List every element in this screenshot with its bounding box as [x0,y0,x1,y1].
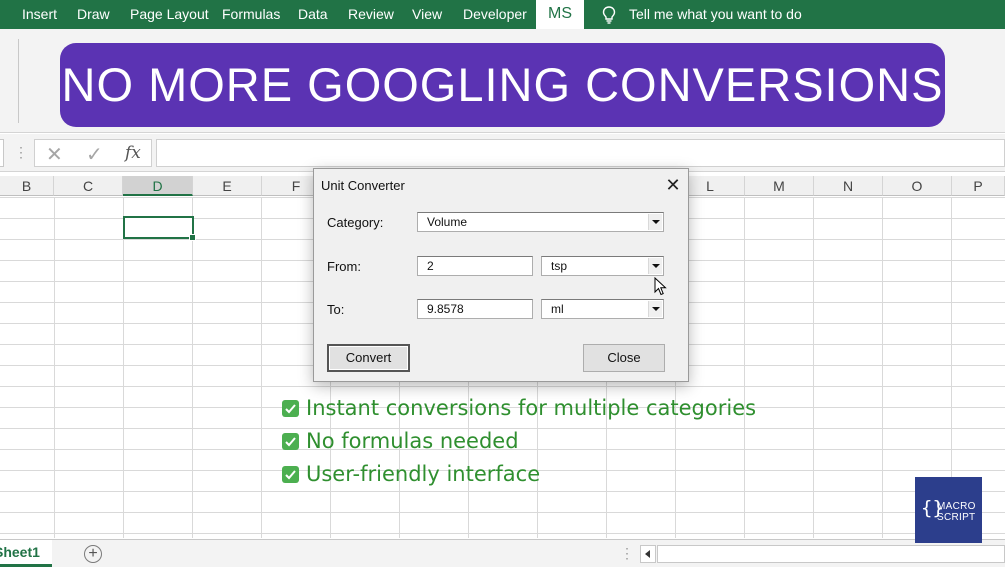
tab-developer[interactable]: Developer [463,0,527,29]
formula-input[interactable] [156,139,1005,167]
enter-icon[interactable]: ✓ [86,142,103,167]
column-header-e[interactable]: E [193,176,262,196]
to-unit-select[interactable]: ml [541,299,664,319]
add-sheet-icon[interactable]: + [84,545,102,563]
sheet-tab-sheet1[interactable]: Sheet1 [0,540,52,567]
column-header-d[interactable]: D [123,176,193,196]
checkmark-icon [282,466,299,483]
formula-buttons: ✕ ✓ fx [34,139,152,167]
to-label: To: [327,302,345,317]
column-header-b[interactable]: B [0,176,54,196]
tell-me-text: Tell me what you want to do [629,6,802,22]
category-value: Volume [427,215,468,229]
feature-text: Instant conversions for multiple categor… [306,396,757,420]
close-icon[interactable]: ✕ [662,174,684,196]
name-box[interactable] [0,139,4,167]
close-button[interactable]: Close [583,344,665,372]
insert-function-icon[interactable]: fx [125,143,141,163]
checkmark-icon [282,433,299,450]
unit-converter-dialog: Unit Converter ✕ Category: Volume From: … [313,168,689,382]
macroscript-logo: {} MACRO SCRIPT [915,477,982,543]
tab-ms[interactable]: MS [536,0,584,29]
headline-banner: NO MORE GOOGLING CONVERSIONS [60,43,945,127]
sheet-tab-bar: Sheet1 + ⋮ [0,539,1005,567]
chevron-down-icon[interactable] [648,301,662,317]
column-header-n[interactable]: N [814,176,883,196]
selected-cell[interactable] [123,216,196,241]
tab-page-layout[interactable]: Page Layout [130,0,209,29]
from-value-input[interactable]: 2 [417,256,533,276]
mouse-pointer-icon [654,277,667,296]
lightbulb-icon [602,6,616,24]
feature-text: User-friendly interface [306,462,541,486]
to-value-input[interactable]: 9.8578 [417,299,533,319]
formula-bar-grip-icon[interactable]: ⋮ [14,144,28,161]
tab-review[interactable]: Review [348,0,394,29]
category-select[interactable]: Volume [417,212,664,232]
tab-splitter-icon[interactable]: ⋮ [620,545,634,562]
logo-line-1: MACRO [937,501,976,512]
scroll-left-icon[interactable] [640,545,656,563]
category-label: Category: [327,215,384,230]
tab-draw[interactable]: Draw [77,0,110,29]
dialog-title: Unit Converter [321,178,405,193]
chevron-down-icon[interactable] [648,214,662,230]
logo-line-2: SCRIPT [937,512,976,523]
column-header-p[interactable]: P [952,176,1005,196]
horizontal-scrollbar[interactable] [657,545,1005,563]
column-header-m[interactable]: M [745,176,814,196]
tab-insert[interactable]: Insert [22,0,57,29]
chevron-down-icon[interactable] [648,258,662,274]
column-header-o[interactable]: O [883,176,952,196]
to-unit-value: ml [551,302,564,316]
ribbon-tab-bar: Insert Draw Page Layout Formulas Data Re… [0,0,1005,29]
checkmark-icon [282,400,299,417]
tab-formulas[interactable]: Formulas [222,0,280,29]
column-header-c[interactable]: C [54,176,123,196]
tab-data[interactable]: Data [298,0,328,29]
formula-bar: ⋮ ✕ ✓ fx [0,134,1005,172]
cancel-icon[interactable]: ✕ [46,142,63,167]
convert-button[interactable]: Convert [327,344,410,372]
tab-view[interactable]: View [412,0,442,29]
ribbon-separator [18,39,19,123]
from-label: From: [327,259,361,274]
from-unit-value: tsp [551,259,568,273]
from-unit-select[interactable]: tsp [541,256,664,276]
feature-text: No formulas needed [306,429,519,453]
